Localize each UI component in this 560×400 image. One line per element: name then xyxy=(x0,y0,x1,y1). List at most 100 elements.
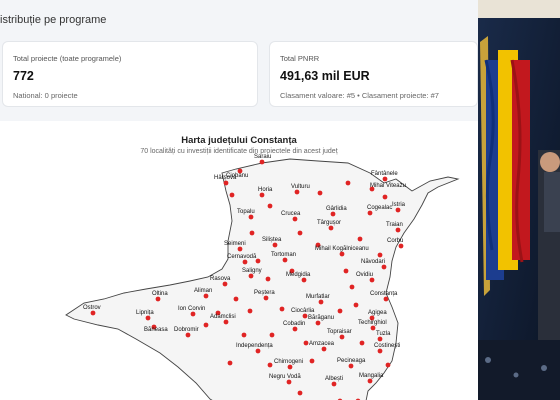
locality-label: Tortoman xyxy=(271,252,296,258)
locality-label: Târgușor xyxy=(317,220,341,226)
locality-marker[interactable] xyxy=(255,348,261,354)
locality-label: Saligny xyxy=(242,268,262,274)
locality-label: Siliștea xyxy=(262,237,282,243)
locality-label: Gârlidia xyxy=(326,206,347,212)
locality-marker[interactable] xyxy=(269,332,275,338)
locality-marker[interactable] xyxy=(227,360,233,366)
locality-marker[interactable] xyxy=(145,315,151,321)
locality-marker[interactable] xyxy=(267,203,273,209)
locality-marker[interactable] xyxy=(382,176,388,182)
locality-label: Dobromir xyxy=(174,327,199,333)
locality-marker[interactable] xyxy=(377,348,383,354)
locality-marker[interactable] xyxy=(330,211,336,217)
locality-marker[interactable] xyxy=(292,326,298,332)
locality-marker[interactable] xyxy=(241,332,247,338)
locality-marker[interactable] xyxy=(301,277,307,283)
locality-marker[interactable] xyxy=(292,216,298,222)
locality-marker[interactable] xyxy=(223,180,229,186)
locality-marker[interactable] xyxy=(331,381,337,387)
locality-marker[interactable] xyxy=(321,346,327,352)
locality-label: Negru Vodă xyxy=(269,374,301,380)
locality-marker[interactable] xyxy=(248,273,254,279)
locality-marker[interactable] xyxy=(259,159,265,165)
locality-marker[interactable] xyxy=(229,192,235,198)
locality-label: Lipnița xyxy=(136,310,154,316)
locality-marker[interactable] xyxy=(237,246,243,252)
locality-marker[interactable] xyxy=(248,214,254,220)
locality-marker[interactable] xyxy=(297,390,303,396)
locality-marker[interactable] xyxy=(377,336,383,342)
locality-marker[interactable] xyxy=(286,379,292,385)
locality-marker[interactable] xyxy=(348,363,354,369)
locality-marker[interactable] xyxy=(367,378,373,384)
locality-label: Adamclisi xyxy=(210,314,236,320)
locality-marker[interactable] xyxy=(339,251,345,257)
locality-marker[interactable] xyxy=(249,230,255,236)
press-photo xyxy=(478,0,560,400)
locality-marker[interactable] xyxy=(343,268,349,274)
locality-label: Mangalia xyxy=(359,373,384,379)
locality-label: Mihai Viteazu xyxy=(370,183,406,189)
locality-label: Cogealac xyxy=(367,205,392,211)
locality-marker[interactable] xyxy=(259,192,265,198)
locality-marker[interactable] xyxy=(385,362,391,368)
locality-marker[interactable] xyxy=(398,243,404,249)
locality-marker[interactable] xyxy=(267,362,273,368)
locality-marker[interactable] xyxy=(395,207,401,213)
locality-marker[interactable] xyxy=(279,306,285,312)
locality-label: Cobadin xyxy=(283,321,305,327)
locality-label: Ostrov xyxy=(83,305,101,311)
locality-marker[interactable] xyxy=(315,320,321,326)
locality-marker[interactable] xyxy=(382,194,388,200)
locality-marker[interactable] xyxy=(349,284,355,290)
locality-marker[interactable] xyxy=(337,308,343,314)
locality-marker[interactable] xyxy=(203,322,209,328)
locality-marker[interactable] xyxy=(155,296,161,302)
locality-marker[interactable] xyxy=(328,225,334,231)
locality-marker[interactable] xyxy=(377,252,383,258)
locality-marker[interactable] xyxy=(265,276,271,282)
page-content: istribuție pe programe Total proiecte (t… xyxy=(0,0,478,400)
locality-marker[interactable] xyxy=(287,364,293,370)
locality-label: Topalu xyxy=(237,209,255,215)
stat-card-sub: Clasament valoare: #5 • Clasament proiec… xyxy=(280,91,439,100)
stat-card-value: 491,63 mil EUR xyxy=(280,69,370,83)
locality-marker[interactable] xyxy=(203,293,209,299)
locality-marker[interactable] xyxy=(247,308,253,314)
locality-marker[interactable] xyxy=(90,310,96,316)
locality-marker[interactable] xyxy=(223,319,229,325)
locality-marker[interactable] xyxy=(303,340,309,346)
locality-marker[interactable] xyxy=(369,277,375,283)
locality-marker[interactable] xyxy=(190,311,196,317)
locality-marker[interactable] xyxy=(302,313,308,319)
locality-marker[interactable] xyxy=(367,210,373,216)
locality-marker[interactable] xyxy=(282,257,288,263)
locality-label: Amzacea xyxy=(309,341,335,347)
locality-marker[interactable] xyxy=(383,296,389,302)
locality-marker[interactable] xyxy=(242,259,248,265)
locality-marker[interactable] xyxy=(370,325,376,331)
locality-marker[interactable] xyxy=(294,189,300,195)
locality-marker[interactable] xyxy=(381,264,387,270)
county-map[interactable]: CiobanuSaraiuHârșovaHoria VulturuFântânel… xyxy=(0,121,478,400)
locality-marker[interactable] xyxy=(318,299,324,305)
locality-marker[interactable] xyxy=(263,295,269,301)
locality-marker[interactable] xyxy=(345,180,351,186)
locality-label: Ion Corvin xyxy=(178,306,205,312)
locality-marker[interactable] xyxy=(185,332,191,338)
locality-label: Mihail Kogălniceanu xyxy=(315,246,369,252)
locality-label: Techirghiol xyxy=(358,320,387,326)
locality-marker[interactable] xyxy=(317,190,323,196)
locality-marker[interactable] xyxy=(297,230,303,236)
locality-marker[interactable] xyxy=(395,227,401,233)
locality-marker[interactable] xyxy=(233,296,239,302)
locality-label: Istria xyxy=(392,202,406,208)
locality-marker[interactable] xyxy=(359,340,365,346)
locality-marker[interactable] xyxy=(309,358,315,364)
locality-marker[interactable] xyxy=(272,242,278,248)
locality-marker[interactable] xyxy=(357,236,363,242)
locality-marker[interactable] xyxy=(339,334,345,340)
locality-marker[interactable] xyxy=(222,281,228,287)
locality-marker[interactable] xyxy=(353,302,359,308)
locality-label: Cernavodă xyxy=(227,254,257,260)
